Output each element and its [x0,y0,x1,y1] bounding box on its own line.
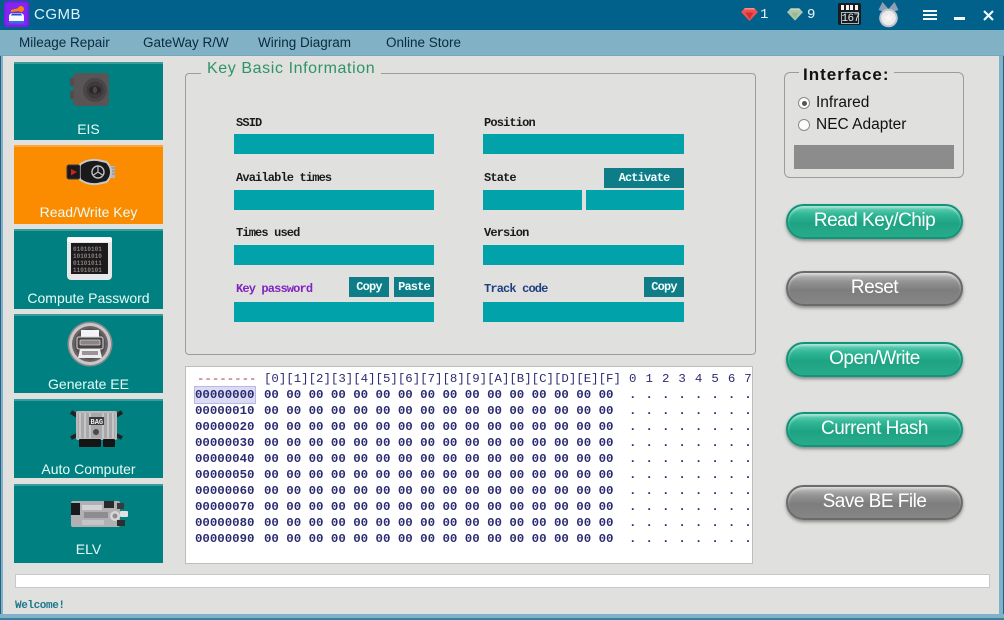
svg-text:BAG: BAG [91,419,104,427]
svg-text:11010101: 11010101 [73,267,102,274]
svg-text:10101010: 10101010 [73,253,102,260]
svg-text:01101011: 01101011 [73,260,102,267]
svg-text:01010101: 01010101 [73,246,102,253]
